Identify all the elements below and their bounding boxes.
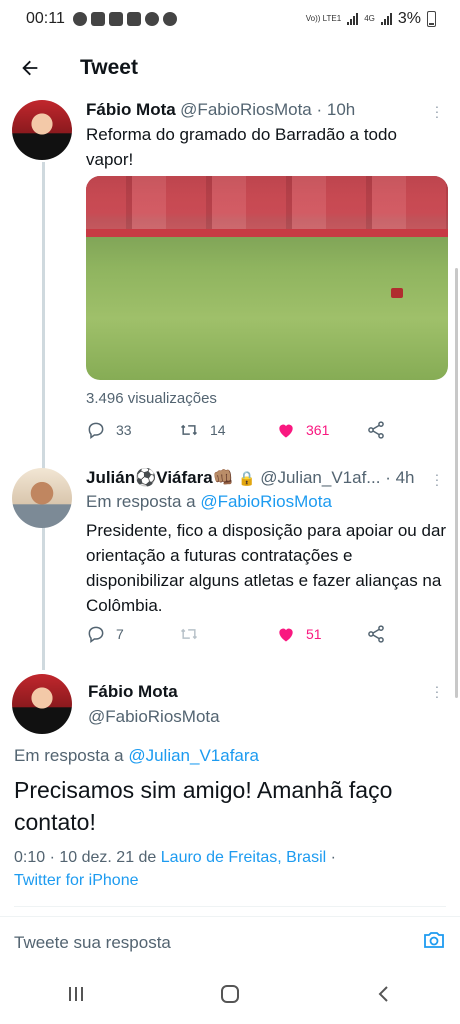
tweet-text: Presidente, fico a disposição para apoia…	[86, 521, 447, 615]
reply-button[interactable]: 33	[86, 420, 178, 440]
author-name[interactable]: Julián⚽Viáfara👊🏽	[86, 468, 234, 487]
share-icon	[368, 421, 384, 439]
tweet-header: Fábio Mota @FabioRiosMota · 10h	[86, 100, 426, 120]
volte-label: Vo)) LTE1	[305, 14, 342, 23]
location-link[interactable]: Lauro de Freitas, Brasil	[161, 849, 326, 866]
battery-percent: 3%	[397, 10, 421, 27]
share-button[interactable]	[366, 420, 386, 440]
phone-icon	[144, 12, 159, 26]
reply-context: Em resposta a @FabioRiosMota	[86, 492, 332, 512]
voicemail-icon	[108, 12, 123, 26]
signal-icon	[347, 13, 359, 25]
share-icon	[368, 625, 384, 643]
recent-apps-button[interactable]	[66, 984, 86, 1009]
camera-button[interactable]	[422, 928, 446, 957]
author-handle-time[interactable]: @Julian_V1af... · 4h	[260, 468, 414, 487]
like-count: 361	[306, 422, 330, 438]
view-count: 3.496 visualizações	[86, 390, 217, 407]
author-handle-time[interactable]: @FabioRiosMota · 10h	[180, 100, 355, 119]
retweet-icon	[180, 628, 198, 640]
reply-handle-link[interactable]: @Julian_V1afara	[128, 746, 259, 765]
scrollbar[interactable]	[455, 268, 458, 698]
more-options-button[interactable]: · · ·	[434, 467, 440, 491]
chevron-left-icon	[378, 985, 388, 1002]
reply-icon	[88, 626, 104, 643]
retweet-icon	[180, 424, 198, 436]
field-object	[391, 288, 403, 298]
avatar[interactable]	[12, 674, 72, 734]
reply-composer: Tweete sua resposta	[0, 916, 460, 968]
tweet-metadata: 0:10 · 10 dez. 21 de Lauro de Freitas, B…	[14, 846, 454, 892]
retweet-count: 14	[210, 422, 226, 438]
app-365-icon	[162, 12, 177, 26]
reply-button[interactable]: 7	[86, 624, 178, 644]
tweet-text: Reforma do gramado do Barradão a todo va…	[86, 125, 397, 169]
more-options-button[interactable]: · · ·	[434, 679, 440, 703]
arrow-left-icon	[22, 60, 38, 76]
like-button[interactable]: 361	[276, 420, 366, 440]
system-back-button[interactable]	[374, 984, 394, 1009]
meta-separator: ·	[326, 849, 336, 866]
system-navigation-bar	[0, 968, 460, 1024]
like-button[interactable]: 51	[276, 624, 366, 644]
author-handle[interactable]: @FabioRiosMota	[88, 707, 220, 727]
reply-handle-link[interactable]: @FabioRiosMota	[200, 492, 332, 511]
reply-context: Em resposta a @Julian_V1afara	[14, 746, 259, 766]
battery-icon	[427, 11, 436, 27]
download-icon	[126, 12, 141, 26]
reply-prefix: Em resposta a	[14, 746, 129, 765]
home-button[interactable]	[219, 983, 241, 1010]
reply-prefix: Em resposta a	[86, 492, 201, 511]
source-link[interactable]: Twitter for iPhone	[14, 872, 139, 889]
status-right: Vo)) LTE1 4G 3%	[306, 10, 436, 28]
retweet-button[interactable]	[178, 624, 276, 644]
avatar[interactable]	[12, 100, 72, 160]
heart-filled-icon	[279, 424, 293, 438]
back-button[interactable]	[0, 40, 60, 96]
avatar[interactable]	[12, 468, 72, 528]
page-title: Tweet	[80, 56, 138, 79]
network-type-label: 4G	[364, 14, 375, 23]
whatsapp-icon	[72, 12, 87, 26]
tweet-header: Julián⚽Viáfara👊🏽 🔒 @Julian_V1af... · 4h	[86, 468, 426, 488]
share-button[interactable]	[366, 624, 386, 644]
notification-icons	[72, 12, 177, 26]
stadium-fence	[86, 229, 448, 238]
retweet-button[interactable]: 14	[178, 420, 276, 440]
thread-line	[42, 532, 45, 670]
author-name[interactable]: Fábio Mota	[86, 100, 176, 119]
reply-count: 7	[116, 626, 124, 642]
more-options-button[interactable]: · · ·	[434, 99, 440, 123]
author-name[interactable]: Fábio Mota	[88, 682, 178, 702]
tweet-timestamp[interactable]: 0:10 · 10 dez. 21 de	[14, 849, 161, 866]
tweet-text: Precisamos sim amigo! Amanhã faço contat…	[14, 777, 393, 835]
tweet-actions: 33 14 361	[86, 420, 386, 440]
divider	[14, 906, 446, 907]
reply-input[interactable]: Tweete sua resposta	[14, 933, 422, 953]
status-time: 00:11	[26, 10, 65, 27]
like-count: 51	[306, 626, 322, 642]
status-bar: 00:11 Vo)) LTE1 4G 3%	[0, 0, 460, 38]
lock-icon: 🔒	[238, 470, 256, 486]
reply-count: 33	[116, 422, 132, 438]
stadium-stands	[86, 176, 448, 230]
home-icon	[220, 984, 239, 1003]
top-app-bar: Tweet	[0, 40, 460, 96]
tweet-actions: 7 51	[86, 624, 386, 644]
signal-icon-2	[380, 13, 392, 25]
heart-filled-icon	[279, 628, 293, 642]
email-icon	[90, 12, 105, 26]
camera-icon	[424, 932, 444, 948]
reply-icon	[88, 422, 104, 439]
tweet-image[interactable]	[86, 176, 448, 380]
recents-icon	[69, 986, 84, 1001]
